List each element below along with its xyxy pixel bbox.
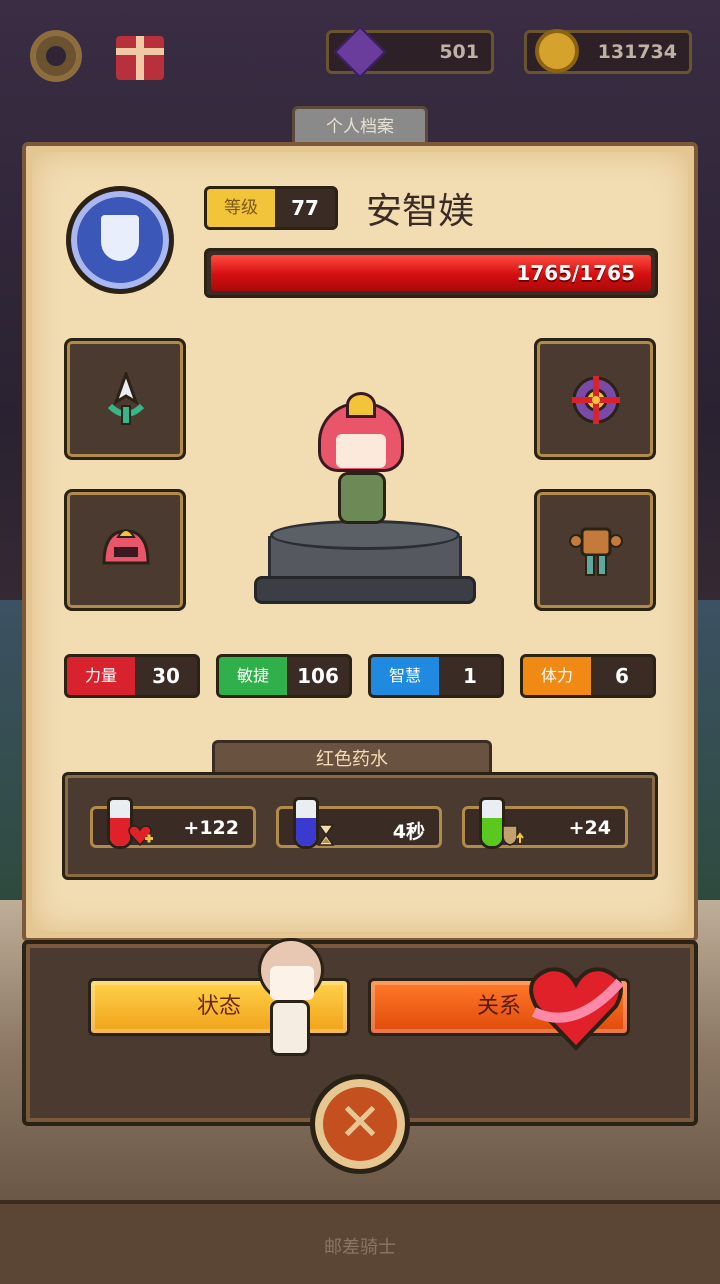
potion-value: +122 [183,817,239,839]
armor-icon [569,527,623,576]
coin-counter[interactable]: 131734 [524,29,692,74]
close-button[interactable]: ✕ [310,1074,410,1174]
stat-value: 6 [615,664,629,688]
gem-count: 501 [439,41,479,63]
hero-pedestal [254,520,476,606]
shield-icon [572,376,620,424]
level-badge: 等级 77 [204,186,338,230]
stat-stamina: 体力 6 [520,654,656,698]
stat-intelligence: 智慧 1 [368,654,504,698]
weapon-slot[interactable] [64,338,186,460]
helmet-icon [102,529,150,565]
spear-icon [107,372,145,425]
stat-value: 1 [463,664,477,688]
class-emblem [66,186,174,294]
gift-icon[interactable] [116,36,164,80]
stat-value: 106 [297,664,339,688]
hero-character [308,392,418,532]
class-shield-icon [101,215,139,261]
offhand-slot[interactable] [534,338,656,460]
heart-plus-icon [128,825,153,847]
coin-icon [535,29,579,73]
coin-count: 131734 [597,41,677,63]
potion-title: 红色药水 [212,740,492,776]
gem-icon [333,25,387,79]
potion-value: 4秒 [392,821,425,843]
stat-agility: 敏捷 106 [216,654,352,698]
heart-icon [529,967,624,1051]
hp-bar: 1765/1765 [204,248,658,298]
stat-label: 体力 [523,657,591,695]
hourglass-icon [317,824,335,846]
level-value: 77 [291,196,319,220]
bottom-label: 邮差骑士 [324,1237,396,1258]
hp-text: 1765/1765 [516,261,635,285]
level-label: 等级 [207,189,275,227]
potion-defense[interactable]: +24 [462,797,628,849]
gear-icon[interactable] [30,30,82,82]
potion-heal[interactable]: +122 [90,797,256,849]
stat-label: 敏捷 [219,657,287,695]
helmet-slot[interactable] [64,489,186,611]
tab-profile[interactable]: 个人档案 [292,106,428,146]
armor-slot[interactable] [534,489,656,611]
close-icon: ✕ [338,1093,382,1153]
stat-value: 30 [152,664,180,688]
shield-up-icon [502,825,524,846]
stat-label: 智慧 [371,657,439,695]
stat-label: 力量 [67,657,135,695]
potion-value: +24 [568,817,611,839]
potion-duration[interactable]: 4秒 [276,797,442,849]
gem-counter[interactable]: 501 [326,25,494,79]
stat-strength: 力量 30 [64,654,200,698]
npc-character [252,938,332,1062]
hero-name: 安智媄 [366,191,475,232]
